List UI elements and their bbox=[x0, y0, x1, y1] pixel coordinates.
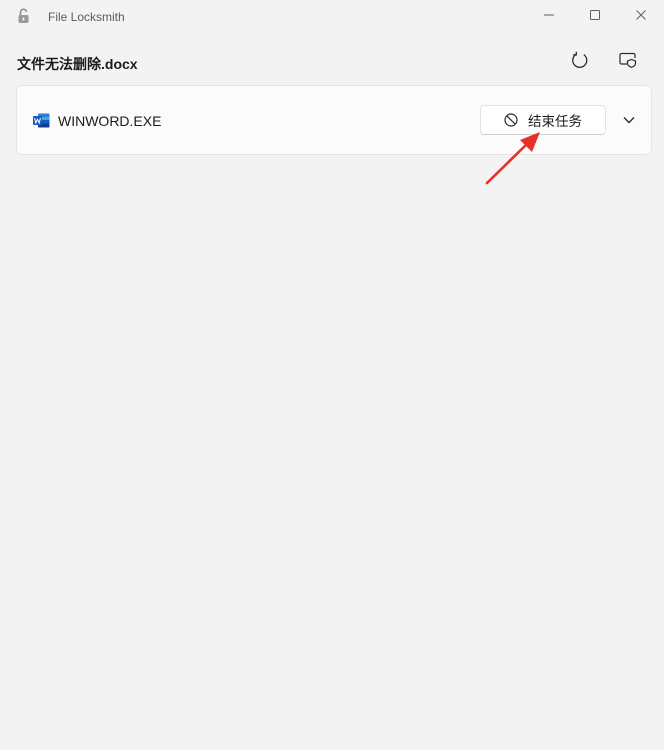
file-name-heading: 文件无法删除.docx bbox=[17, 56, 138, 72]
close-button[interactable] bbox=[618, 0, 664, 32]
title-bar[interactable]: File Locksmith bbox=[0, 0, 664, 32]
end-task-label: 结束任务 bbox=[528, 114, 582, 129]
process-name: WINWORD.EXE bbox=[58, 113, 162, 129]
file-locksmith-window: File Locksmith 文件无法删除.docx WINWORD.EXE 结… bbox=[0, 0, 664, 750]
word-icon bbox=[33, 113, 50, 128]
annotation-arrow-icon bbox=[480, 128, 550, 190]
refresh-icon bbox=[571, 51, 589, 74]
close-icon bbox=[636, 7, 646, 25]
expand-details-button[interactable] bbox=[617, 108, 641, 132]
refresh-button[interactable] bbox=[563, 46, 597, 78]
maximize-button[interactable] bbox=[572, 0, 618, 32]
window-title: File Locksmith bbox=[48, 10, 125, 24]
process-card: WINWORD.EXE 结束任务 bbox=[16, 85, 652, 155]
maximize-icon bbox=[590, 7, 600, 25]
block-icon bbox=[504, 113, 518, 127]
minimize-icon bbox=[544, 7, 554, 25]
restart-as-admin-icon bbox=[619, 52, 637, 73]
minimize-button[interactable] bbox=[526, 0, 572, 32]
restart-as-admin-button[interactable] bbox=[611, 46, 645, 78]
lock-open-icon bbox=[16, 8, 32, 24]
chevron-down-icon bbox=[623, 111, 635, 129]
